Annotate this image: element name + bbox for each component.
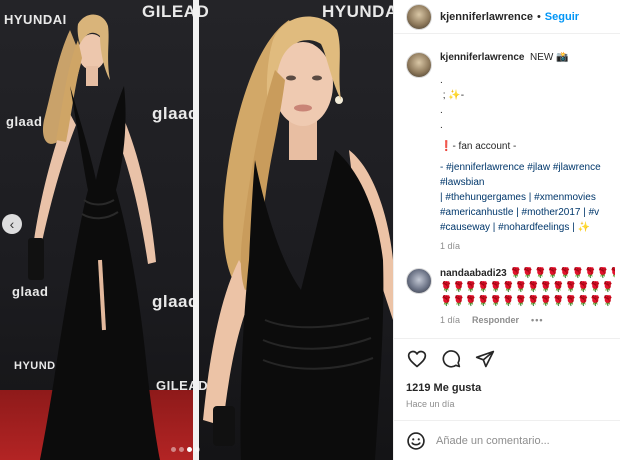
comment-text: 🌹🌹🌹🌹🌹🌹🌹🌹🌹🌹🌹 [509,268,615,279]
comment-timestamp: 1 día [440,315,461,325]
reply-button[interactable]: Responder [472,313,519,328]
comment-composer [394,420,620,460]
comment-item: nandaabadi23 🌹🌹🌹🌹🌹🌹🌹🌹 🌹🌹🌹 🌹🌹🌹🌹🌹🌹🌹🌹🌹🌹🌹🌹 🌹🌹🌹… [406,266,620,328]
caption-line: ; ✨- [440,90,465,101]
carousel-indicator [171,447,200,452]
caption-timestamp: 1 día [440,241,461,251]
post-timestamp: Hace un día [406,399,455,409]
carousel-dot [195,447,200,452]
figure-closeup-illustration [203,16,393,460]
share-icon [475,350,495,367]
carousel-dot [171,447,176,452]
avatar[interactable] [406,52,432,78]
username-link[interactable]: kjenniferlawrence [440,11,533,23]
avatar[interactable] [406,268,432,294]
fan-account-line: ❗- fan account - [440,141,517,152]
share-button[interactable] [474,348,496,370]
hashtag-line[interactable]: #lawsbian [440,175,615,190]
heart-icon [407,350,427,367]
comment-username[interactable]: nandaabadi23 [440,268,507,279]
action-bar [394,338,620,378]
hashtag-line[interactable]: #americanhustle | #mother2017 | #v [440,205,615,220]
like-count[interactable]: 1219 Me gusta [406,382,481,394]
instagram-post-view: HYUNDAI glaad glaad HYUNDAI GILEAD HYUND… [0,0,620,460]
post-media[interactable]: HYUNDAI glaad glaad HYUNDAI GILEAD HYUND… [0,0,393,460]
carousel-dot [179,447,184,452]
comment-text: 🌹🌹🌹🌹🌹🌹🌹🌹🌹🌹🌹🌹🌹🌹🌹 [440,282,615,293]
comment-body: nandaabadi23 🌹🌹🌹🌹🌹🌹🌹🌹 🌹🌹🌹 🌹🌹🌹🌹🌹🌹🌹🌹🌹🌹🌹🌹 🌹🌹🌹… [440,266,615,328]
hashtag-line[interactable]: | #thehungergames | #xmenmovies [440,190,615,205]
emoji-icon[interactable] [406,431,426,451]
comment-text: 🌹🌹🌹🌹🌹🌹🌹🌹🌹🌹🌹🌹🌹🌹🌹 [440,296,615,307]
like-button[interactable] [406,348,428,370]
comment-input[interactable] [436,434,616,447]
post-sidebar: kjenniferlawrence • Seguir kjenniferlawr… [393,0,620,460]
chevron-left-icon[interactable]: ‹ [2,214,22,234]
post-header: kjenniferlawrence • Seguir [394,0,620,34]
more-options-button[interactable]: ••• [531,313,543,328]
caption-body: kjenniferlawrence ⁠⁠⁠ NEW 📸 . ; ✨- . . ❗… [440,50,615,254]
caption-headline: ⁠⁠⁠ NEW 📸 [527,52,569,63]
caption-line: . [440,120,443,131]
hashtag-line[interactable]: #causeway | #nohardfeelings | ✨ [440,220,615,235]
carousel-photo-2 [199,0,393,460]
caption-line: . [440,75,443,86]
carousel-photo-1 [0,0,193,460]
caption-line: . [440,105,443,116]
hashtag-line[interactable]: - #jenniferlawrence #jlaw #jlawrence [440,160,615,175]
caption-username[interactable]: kjenniferlawrence [440,52,524,63]
figure-illustration [28,14,160,460]
avatar[interactable] [406,3,432,30]
collage-divider [193,0,199,460]
caption: kjenniferlawrence ⁠⁠⁠ NEW 📸 . ; ✨- . . ❗… [406,50,620,254]
separator-dot: • [536,10,541,23]
comment-button[interactable] [440,348,462,370]
comment-icon [442,349,461,368]
follow-button[interactable]: Seguir [545,11,579,23]
carousel-dot-active [187,447,192,452]
comments-list[interactable]: kjenniferlawrence ⁠⁠⁠ NEW 📸 . ; ✨- . . ❗… [394,40,620,340]
